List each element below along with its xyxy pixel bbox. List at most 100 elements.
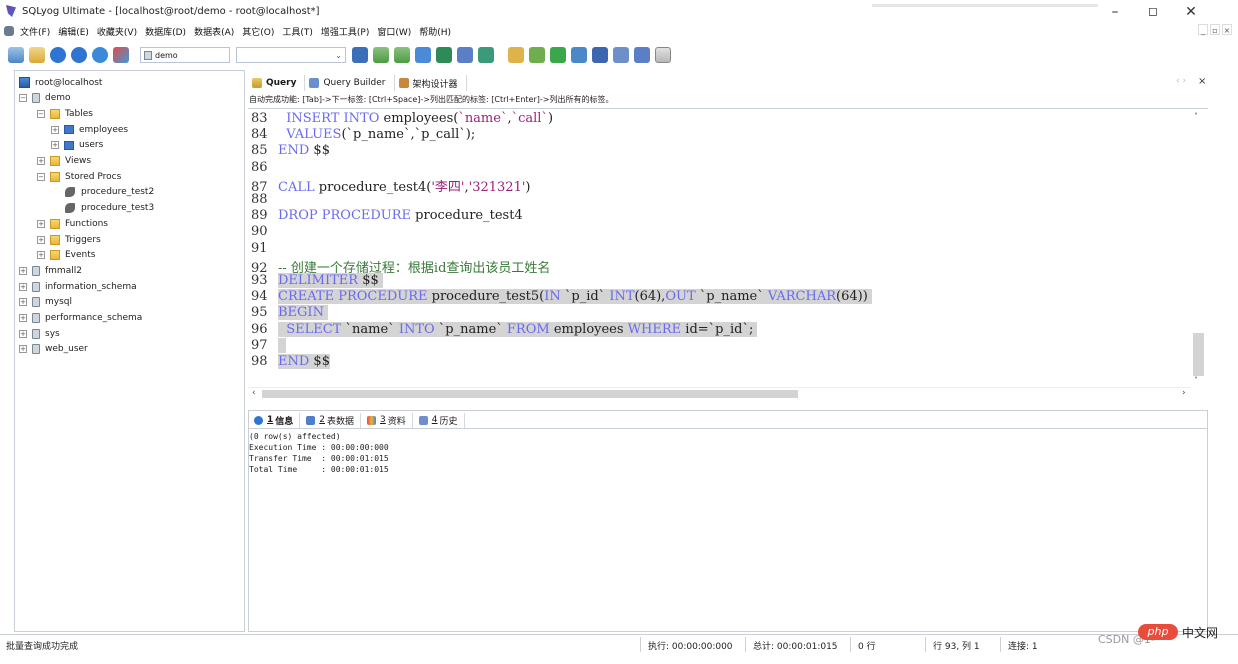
- process-list-icon[interactable]: [592, 47, 608, 63]
- tree-item-fmmall2[interactable]: + fmmall2: [19, 263, 82, 278]
- menu-others[interactable]: 其它(O): [242, 25, 274, 38]
- user-manager-icon[interactable]: [352, 47, 368, 63]
- tree-item-demo[interactable]: − demo: [19, 91, 71, 106]
- tree-item-employees[interactable]: + employees: [51, 122, 128, 137]
- sql-scheduler-icon[interactable]: [529, 47, 545, 63]
- tab-messages[interactable]: 1 信息: [248, 412, 301, 428]
- refresh-icon[interactable]: [92, 47, 108, 63]
- scroll-left-icon[interactable]: ‹: [252, 388, 256, 398]
- tab-query[interactable]: Query: [248, 75, 306, 91]
- close-tab-icon[interactable]: ×: [1198, 76, 1206, 87]
- editor-vertical-scroll-thumb[interactable]: [1193, 333, 1204, 376]
- expand-icon[interactable]: +: [19, 314, 27, 322]
- mdi-close-button[interactable]: ×: [1222, 24, 1232, 35]
- new-connection-icon[interactable]: [29, 47, 45, 63]
- tab-info[interactable]: 3 资料: [361, 412, 413, 428]
- code-line[interactable]: 85 END $$: [248, 143, 330, 159]
- tab-query-builder[interactable]: Query Builder: [305, 75, 395, 91]
- execute-all-icon[interactable]: [71, 47, 87, 63]
- expand-icon[interactable]: +: [37, 251, 45, 260]
- expand-icon[interactable]: +: [37, 157, 45, 165]
- data-sync-icon[interactable]: [478, 47, 494, 63]
- tree-item-functions[interactable]: + Functions: [37, 216, 108, 231]
- code-line[interactable]: 83 INSERT INTO employees(`name`,`call`): [248, 111, 553, 127]
- code-line[interactable]: 84 VALUES(`p_name`,`p_call`);: [248, 127, 475, 143]
- schema-sync-icon[interactable]: [457, 47, 473, 63]
- code-line[interactable]: 95 BEGIN: [248, 305, 329, 321]
- tree-item-users[interactable]: + users: [51, 138, 103, 153]
- query-profiler-icon[interactable]: [508, 47, 524, 63]
- code-line[interactable]: 98 END $$: [248, 354, 330, 370]
- code-line[interactable]: 89 DROP PROCEDURE procedure_test4: [248, 208, 523, 224]
- code-line[interactable]: 87 CALL procedure_test4('李四','321321'): [248, 176, 531, 195]
- code-line[interactable]: 93 DELIMITER $$: [248, 273, 383, 289]
- tree-item-views[interactable]: + Views: [37, 154, 91, 169]
- code-line[interactable]: 90: [248, 224, 278, 240]
- menu-help[interactable]: 帮助(H): [419, 25, 451, 38]
- menu-edit[interactable]: 编辑(E): [58, 25, 89, 38]
- tree-item-root-localhost[interactable]: root@localhost: [19, 75, 102, 90]
- database-select-dropdown[interactable]: ⌄: [236, 47, 346, 63]
- keyboard-icon[interactable]: [613, 47, 629, 63]
- code-line[interactable]: 94 CREATE PROCEDURE procedure_test5(IN `p…: [248, 289, 872, 305]
- close-button[interactable]: ✕: [1176, 4, 1206, 20]
- code-line[interactable]: 92 -- 创建一个存储过程：根据id查询出该员工姓名: [248, 257, 550, 276]
- grid-icon[interactable]: [655, 47, 671, 63]
- import-icon[interactable]: [415, 47, 431, 63]
- expand-icon[interactable]: +: [37, 235, 45, 244]
- tree-item-performance-schema[interactable]: + performance_schema: [19, 311, 142, 326]
- backup-icon[interactable]: [373, 47, 389, 63]
- sql-editor[interactable]: 83 INSERT INTO employees(`name`,`call`) 8…: [248, 108, 1208, 401]
- notification-icon[interactable]: [550, 47, 566, 63]
- tree-item-events[interactable]: + Events: [37, 248, 95, 263]
- tab-schema-designer[interactable]: 架构设计器: [395, 75, 467, 91]
- expand-icon[interactable]: +: [19, 345, 27, 354]
- expand-icon[interactable]: +: [19, 298, 27, 307]
- tree-item-information-schema[interactable]: + information_schema: [19, 279, 137, 294]
- tree-item-sys[interactable]: + sys: [19, 326, 60, 341]
- collapse-icon[interactable]: −: [37, 109, 45, 118]
- scroll-up-icon[interactable]: ˄: [1194, 112, 1198, 121]
- menu-tools[interactable]: 工具(T): [282, 25, 313, 38]
- code-line[interactable]: 91: [248, 241, 278, 257]
- code-line[interactable]: 88: [248, 192, 278, 208]
- code-line[interactable]: 86: [248, 160, 278, 176]
- execute-icon[interactable]: [50, 47, 66, 63]
- export-icon[interactable]: [436, 47, 452, 63]
- tab-table-data[interactable]: 2 表数据: [300, 412, 362, 428]
- scroll-down-icon[interactable]: ˅: [1194, 376, 1198, 385]
- expand-icon[interactable]: +: [51, 141, 59, 150]
- restore-icon[interactable]: [394, 47, 410, 63]
- scroll-right-icon[interactable]: ›: [1182, 388, 1186, 398]
- minimize-button[interactable]: –: [1100, 4, 1130, 20]
- menu-powertools[interactable]: 增强工具(P): [321, 25, 369, 38]
- menu-database[interactable]: 数据库(D): [145, 25, 186, 38]
- mdi-restore-button[interactable]: ▫: [1210, 24, 1220, 35]
- tree-item-tables[interactable]: − Tables: [37, 106, 93, 121]
- menu-file[interactable]: 文件(F): [20, 25, 50, 38]
- monitor-icon[interactable]: [571, 47, 587, 63]
- code-line[interactable]: 97: [248, 337, 287, 354]
- table-diagnostics-icon[interactable]: [634, 47, 650, 63]
- menu-table[interactable]: 数据表(A): [194, 25, 234, 38]
- stop-icon[interactable]: [113, 47, 129, 63]
- expand-icon[interactable]: +: [51, 125, 59, 134]
- collapse-icon[interactable]: −: [37, 172, 45, 181]
- expand-icon[interactable]: +: [19, 282, 27, 291]
- expand-icon[interactable]: +: [19, 266, 27, 275]
- tree-item-web-user[interactable]: + web_user: [19, 342, 88, 357]
- tree-item-stored-procs[interactable]: − Stored Procs: [37, 169, 121, 184]
- menu-favorites[interactable]: 收藏夹(V): [97, 25, 137, 38]
- mdi-minimize-button[interactable]: _: [1198, 24, 1208, 35]
- collapse-icon[interactable]: −: [19, 94, 27, 103]
- code-line[interactable]: 96 SELECT `name` INTO `p_name` FROM empl…: [248, 321, 758, 338]
- tree-item-procedure-test2[interactable]: procedure_test2: [65, 185, 154, 200]
- tree-item-procedure-test3[interactable]: procedure_test3: [65, 201, 154, 216]
- tab-history[interactable]: 4 历史: [413, 412, 465, 428]
- expand-icon[interactable]: +: [19, 329, 27, 338]
- database-select[interactable]: demo: [140, 47, 230, 63]
- expand-icon[interactable]: +: [37, 219, 45, 228]
- connect-icon[interactable]: [8, 47, 24, 63]
- tree-item-triggers[interactable]: + Triggers: [37, 232, 101, 247]
- tree-item-mysql[interactable]: + mysql: [19, 295, 72, 310]
